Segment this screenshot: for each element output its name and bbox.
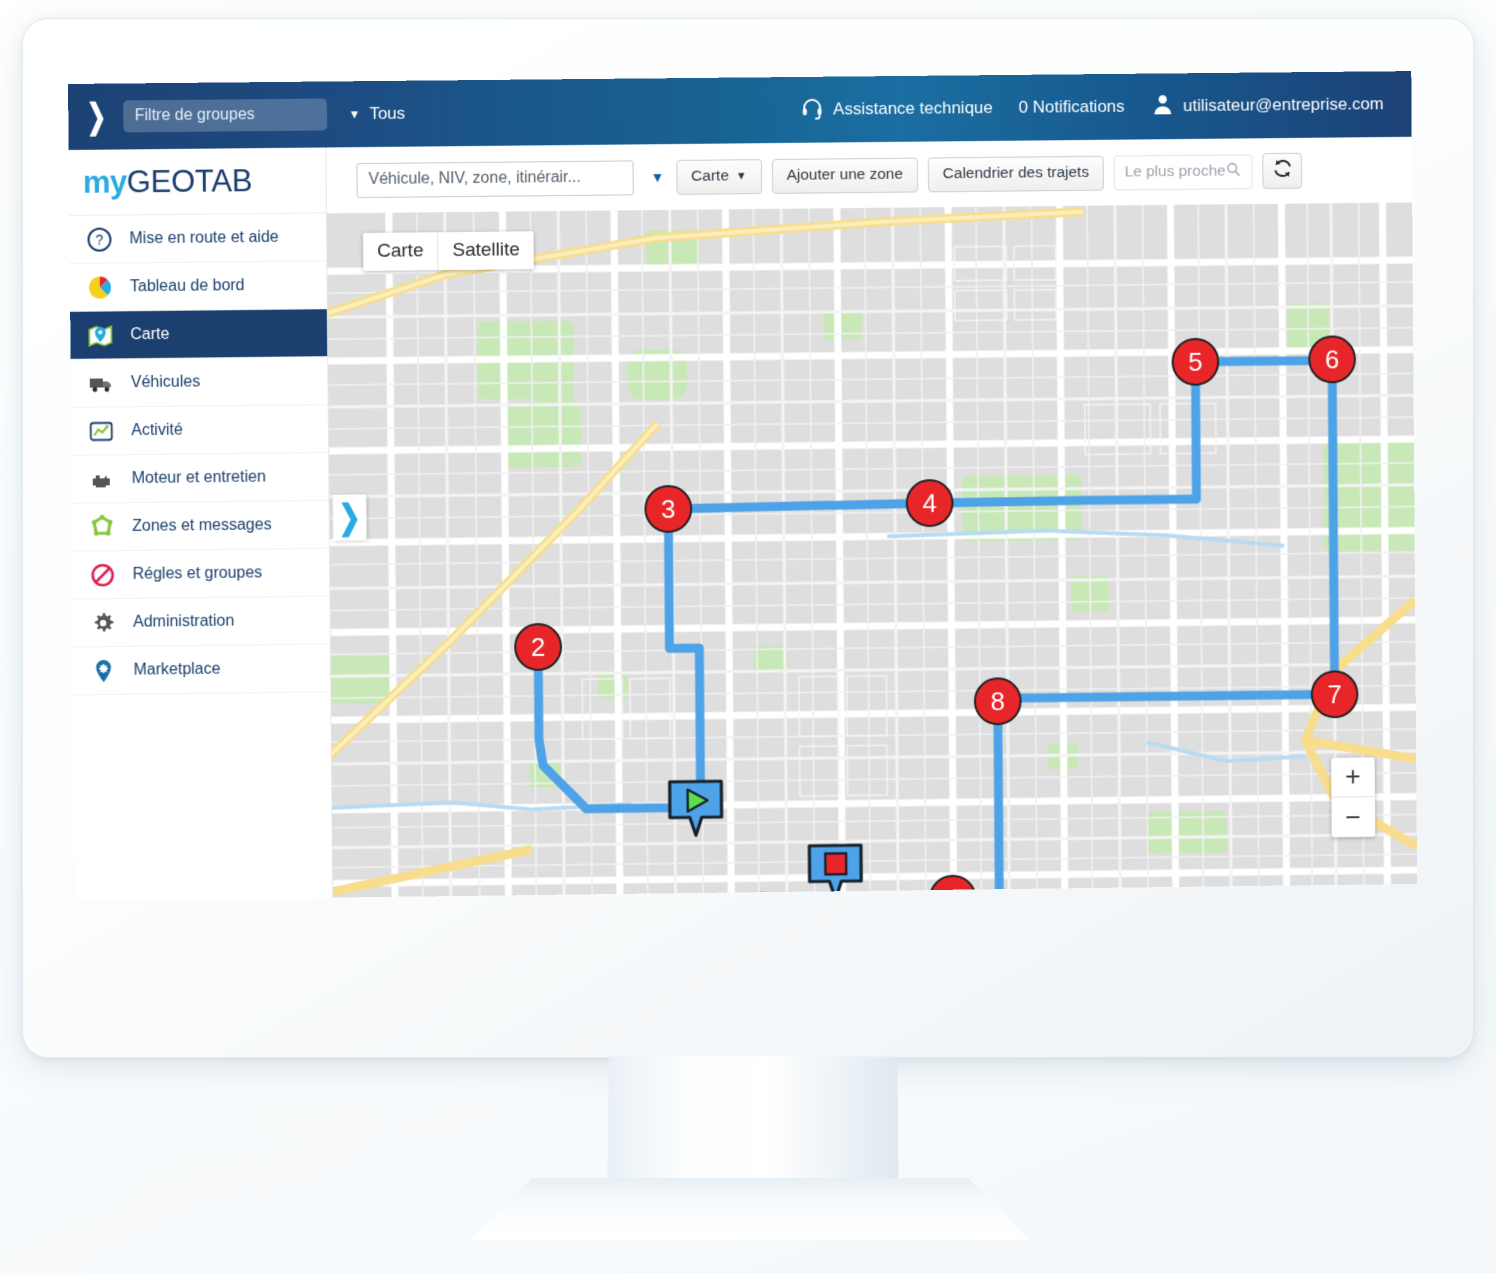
sidebar-item-label: Carte	[130, 325, 170, 343]
search-input[interactable]: Véhicule, NIV, zone, itinérair...	[356, 159, 634, 198]
sidebar-empty-area	[73, 692, 333, 901]
refresh-button[interactable]	[1262, 152, 1303, 189]
search-dropdown-icon[interactable]: ▼	[650, 169, 664, 185]
sidebar-item-label: Zones et messages	[132, 515, 272, 535]
sidebar-item-activity[interactable]: Activité	[71, 405, 329, 456]
add-zone-button[interactable]: Ajouter une zone	[771, 157, 919, 194]
trip-calendar-label: Calendrier des trajets	[942, 163, 1090, 183]
sidebar-item-label: Tableau de bord	[129, 276, 245, 295]
user-email-label: utilisateur@entreprise.com	[1183, 94, 1384, 116]
sidebar-item-zones-messages[interactable]: Zones et messages	[72, 500, 329, 552]
truck-icon	[87, 369, 115, 397]
sidebar-item-engine-maintenance[interactable]: Moteur et entretien	[71, 452, 329, 504]
map-panel-expand-icon[interactable]: ❯	[332, 494, 367, 541]
route-marker[interactable]: 2	[514, 622, 563, 672]
chevron-down-icon: ▼	[348, 107, 361, 122]
map-toolbar: Véhicule, NIV, zone, itinérair... ▼ Cart…	[326, 136, 1413, 214]
map-pin-icon	[86, 321, 114, 349]
marketplace-pin-icon	[89, 656, 117, 684]
screen: ❯ Filtre de groupes ▼ Tous Assistance te…	[68, 71, 1418, 901]
support-label: Assistance technique	[833, 98, 993, 119]
user-account-menu[interactable]: utilisateur@entreprise.com	[1150, 90, 1384, 121]
sidebar-expand-icon[interactable]: ❯	[86, 98, 106, 136]
user-avatar-icon	[1150, 92, 1174, 121]
notifications-link[interactable]: 0 Notifications	[1019, 97, 1125, 118]
monitor-neck	[607, 1056, 899, 1197]
logo-suffix: GEOTAB	[126, 162, 253, 199]
map-type-toggle: Carte Satellite	[363, 231, 534, 271]
map-type-tab-satellite[interactable]: Satellite	[437, 231, 534, 271]
app-logo: my GEOTAB	[68, 147, 326, 216]
group-selected-label: Tous	[369, 103, 406, 124]
nearest-placeholder: Le plus proche	[1124, 162, 1226, 181]
sidebar-item-vehicles[interactable]: Véhicules	[70, 357, 328, 408]
map-type-tab-carte[interactable]: Carte	[363, 232, 438, 271]
monitor-scene: ❯ Filtre de groupes ▼ Tous Assistance te…	[0, 0, 1496, 1273]
route-polyline	[327, 202, 1417, 897]
sidebar-item-label: Moteur et entretien	[131, 468, 266, 487]
logo-prefix: my	[82, 163, 127, 200]
zoom-in-button[interactable]: +	[1331, 757, 1375, 798]
chevron-down-icon: ▼	[735, 170, 747, 183]
sidebar: my GEOTAB ? Mise en route et aide Tableau…	[68, 147, 334, 901]
sidebar-item-dashboard[interactable]: Tableau de bord	[69, 261, 327, 312]
map-canvas[interactable]: Carte Satellite ❯ 2 3 4 5 6 7 8 + −	[326, 202, 1418, 898]
nearest-search-input[interactable]: Le plus proche	[1113, 153, 1253, 190]
support-link[interactable]: Assistance technique	[800, 94, 993, 125]
monitor-stand-base	[470, 1178, 1030, 1240]
pie-chart-icon	[86, 273, 114, 301]
map-dropdown-label: Carte	[691, 167, 729, 185]
sidebar-item-administration[interactable]: Administration	[72, 596, 330, 648]
sidebar-item-label: Marketplace	[133, 660, 221, 679]
sidebar-item-label: Administration	[132, 612, 235, 631]
refresh-icon	[1272, 158, 1293, 184]
group-filter-input[interactable]: Filtre de groupes	[122, 98, 327, 133]
search-input-value: Véhicule, NIV, zone, itinérair...	[368, 168, 581, 188]
notifications-label: 0 Notifications	[1018, 96, 1125, 117]
sidebar-item-label: Régles et groupes	[132, 563, 263, 583]
sidebar-item-label: Activité	[131, 421, 183, 439]
stop-square-icon	[807, 843, 863, 898]
sidebar-item-rules-groups[interactable]: Régles et groupes	[72, 548, 330, 600]
trip-stop-marker[interactable]	[807, 843, 863, 898]
route-marker[interactable]: 5	[1171, 337, 1220, 386]
sidebar-item-map[interactable]: Carte	[70, 309, 328, 360]
trip-calendar-button[interactable]: Calendrier des trajets	[927, 155, 1105, 192]
mygeotab-app: ❯ Filtre de groupes ▼ Tous Assistance te…	[68, 71, 1418, 901]
activity-chart-icon	[87, 417, 115, 445]
zoom-out-button[interactable]: −	[1331, 797, 1375, 837]
top-header-actions: Assistance technique 0 Notifications uti…	[800, 90, 1411, 125]
search-icon	[1226, 161, 1242, 182]
sidebar-item-marketplace[interactable]: Marketplace	[73, 644, 331, 696]
engine-icon	[88, 465, 116, 493]
sidebar-item-help[interactable]: ? Mise en route et aide	[69, 213, 327, 264]
route-marker[interactable]: 6	[1308, 335, 1357, 384]
no-entry-icon	[89, 561, 117, 589]
sidebar-item-label: Véhicules	[130, 372, 201, 391]
sidebar-item-label: Mise en route et aide	[129, 228, 279, 247]
route-marker[interactable]: 3	[644, 484, 693, 534]
headset-icon	[800, 95, 824, 124]
svg-text:?: ?	[96, 232, 104, 248]
map-dropdown-button[interactable]: Carte ▼	[676, 158, 762, 195]
help-circle-icon: ?	[85, 225, 113, 253]
map-zoom-controls: + −	[1331, 757, 1376, 838]
gear-icon	[89, 608, 117, 636]
group-selector[interactable]: ▼ Tous	[348, 104, 405, 125]
play-triangle-icon	[668, 779, 724, 841]
zone-gear-icon	[88, 513, 116, 541]
group-filter-placeholder: Filtre de groupes	[134, 106, 255, 125]
add-zone-label: Ajouter une zone	[786, 165, 904, 184]
trip-start-marker[interactable]	[668, 779, 724, 846]
